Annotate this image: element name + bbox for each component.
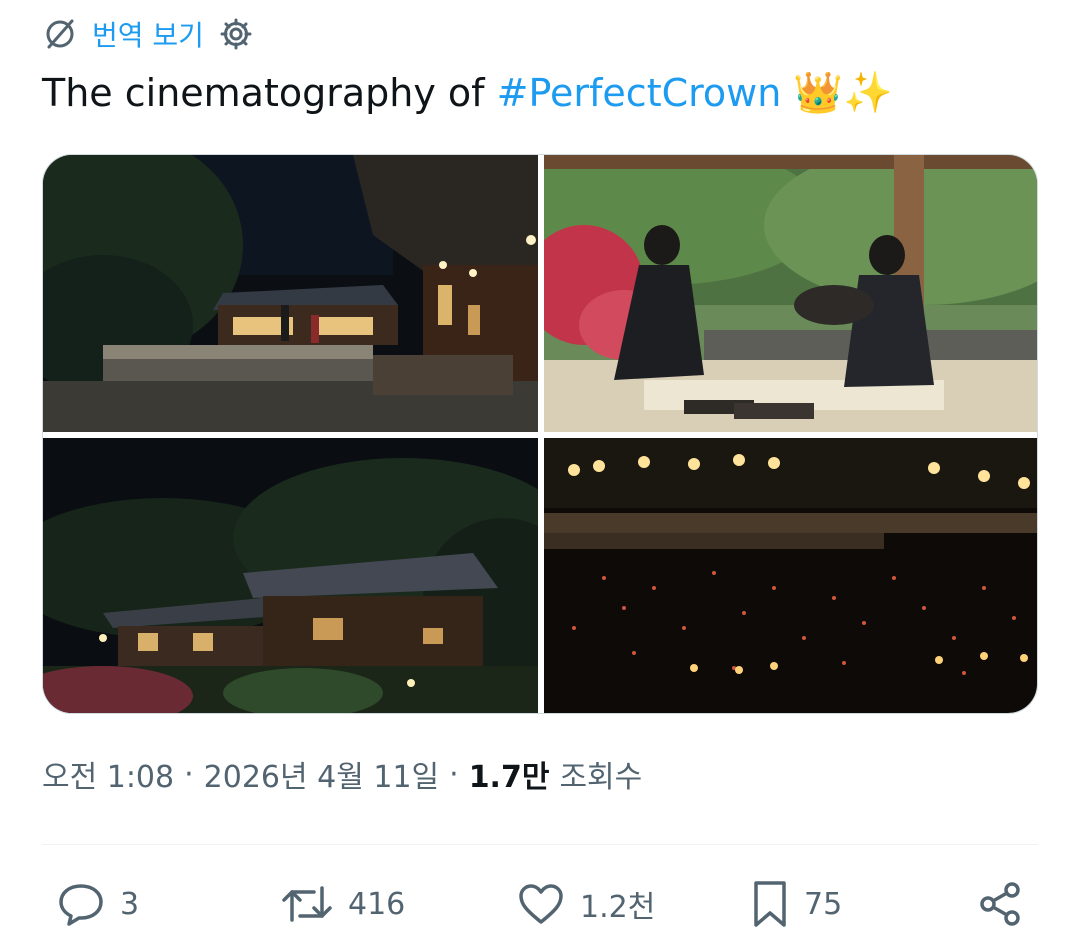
bookmark-button[interactable]: 75 [750,872,842,936]
translate-globe-icon [42,16,78,52]
retweet-count: 416 [348,886,406,922]
photo-pavilion-calligraphy-scene[interactable] [544,155,1037,432]
share-nodes-icon [976,880,1024,928]
tweet-time[interactable]: 오전 1:08 [42,752,174,796]
meta-separator: · [184,756,194,792]
reply-button[interactable]: 3 [56,872,139,936]
reply-count: 3 [120,886,140,922]
share-button[interactable] [976,872,1024,936]
crown-sparkles-emoji: 👑✨ [793,70,894,116]
tweet-date[interactable]: 2026년 4월 11일 [204,752,439,796]
like-count: 1.2천 [580,890,656,925]
meta-separator: · [449,756,459,792]
action-bar: 3 416 1.2천 75 [42,872,1038,936]
tweet-meta: 오전 1:08 · 2026년 4월 11일 · 1.7만 조회수 [42,752,642,796]
tweet-text: The cinematography of #PerfectCrown 👑✨ [42,66,893,120]
retweet-button[interactable]: 416 [280,872,405,936]
photo-lantern-pond-night[interactable] [544,438,1037,713]
divider [42,844,1038,845]
heart-icon [516,880,566,928]
views-label: 조회수 [559,760,643,795]
translate-row: 번역 보기 [42,12,254,56]
hashtag-link[interactable]: #PerfectCrown [497,71,782,115]
photo-night-palace-courtyard[interactable] [43,155,538,432]
gear-icon[interactable] [218,16,254,52]
speech-bubble-icon [56,880,106,928]
tweet-text-prefix: The cinematography of [42,71,497,115]
like-button[interactable]: 1.2천 [516,872,655,936]
views-count: 1.7만 [468,760,550,795]
translate-link[interactable]: 번역 보기 [92,14,204,54]
retweet-arrows-icon [280,880,334,928]
bookmark-count: 75 [804,886,843,922]
bookmark-icon [750,879,790,929]
photo-night-hanok-garden[interactable] [43,438,538,713]
media-grid [42,154,1038,714]
